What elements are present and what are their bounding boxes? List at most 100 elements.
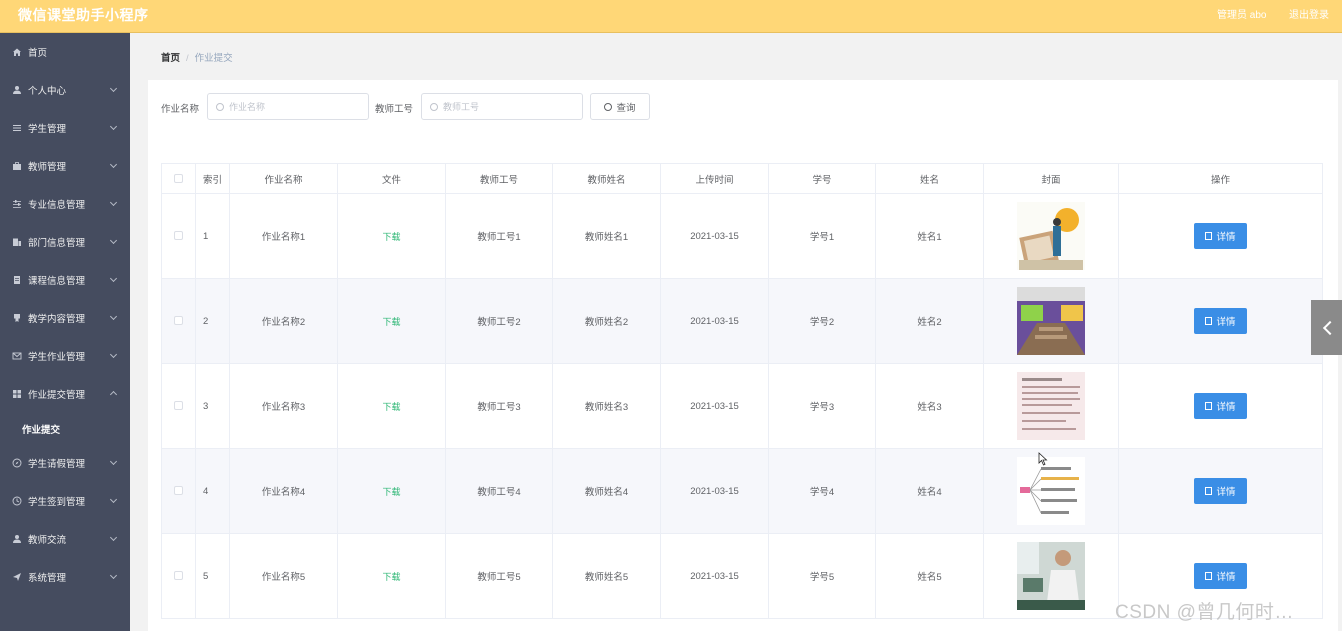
sidebar-item-homework[interactable]: 学生作业管理	[0, 337, 130, 375]
upload-time-cell: 2021-03-15	[660, 278, 769, 364]
action-cell: 详情	[1118, 193, 1323, 279]
sidebar-item-label: 作业提交管理	[28, 390, 86, 401]
document-icon	[1205, 487, 1213, 495]
chevron-down-icon	[109, 274, 118, 283]
teacher-no-cell: 教师工号4	[445, 448, 553, 534]
column-header: 文件	[337, 163, 446, 194]
sidebar-item-teaching-content[interactable]: 教学内容管理	[0, 299, 130, 337]
sidebar-item-majors[interactable]: 专业信息管理	[0, 185, 130, 223]
detail-button[interactable]: 详情	[1194, 393, 1247, 419]
sidebar-item-label: 学生作业管理	[28, 352, 86, 363]
building-icon	[11, 236, 23, 248]
teacher-no-label: 教师工号	[375, 104, 414, 115]
student-name-cell: 姓名2	[875, 278, 984, 364]
row-select-cell	[161, 363, 196, 449]
chevron-down-icon	[109, 312, 118, 321]
logout-link[interactable]: 退出登录	[1289, 6, 1329, 21]
chevron-down-icon	[109, 457, 118, 466]
cover-image	[1017, 542, 1085, 610]
homework-name-cell: 作业名称2	[229, 278, 338, 364]
watermark: CSDN @曾几何时…	[1115, 602, 1294, 623]
row-index: 2	[195, 278, 230, 364]
cover-image	[1017, 202, 1085, 270]
download-link[interactable]: 下载	[382, 402, 400, 412]
detail-button[interactable]: 详情	[1194, 223, 1247, 249]
chevron-down-icon	[109, 571, 118, 580]
sidebar-item-teachers[interactable]: 教师管理	[0, 147, 130, 185]
document-icon	[1205, 317, 1213, 325]
detail-button[interactable]: 详情	[1194, 563, 1247, 589]
action-cell: 详情	[1118, 363, 1323, 449]
document-icon	[1205, 232, 1213, 240]
row-index: 4	[195, 448, 230, 534]
cover-cell	[983, 448, 1119, 534]
sidebar-subitem-label: 作业提交	[22, 424, 61, 436]
query-button-label: 查询	[616, 102, 636, 114]
top-bar: 微信课堂助手小程序 管理员 abo 退出登录	[0, 0, 1342, 33]
sidebar-item-departments[interactable]: 部门信息管理	[0, 223, 130, 261]
row-select-cell	[161, 533, 196, 619]
teacher-no-cell: 教师工号5	[445, 533, 553, 619]
row-checkbox[interactable]	[174, 231, 183, 241]
column-header: 操作	[1118, 163, 1323, 194]
cover-cell	[983, 193, 1119, 279]
sidebar-item-courses[interactable]: 课程信息管理	[0, 261, 130, 299]
row-checkbox[interactable]	[174, 486, 183, 496]
file-cell: 下载	[337, 193, 446, 279]
sidebar-item-leave[interactable]: 学生请假管理	[0, 444, 130, 482]
sidebar-item-label: 教师交流	[28, 535, 67, 546]
row-checkbox[interactable]	[174, 401, 183, 411]
download-link[interactable]: 下载	[382, 317, 400, 327]
teacher-no-cell: 教师工号2	[445, 278, 553, 364]
sidebar-item-teacher-exchange[interactable]: 教师交流	[0, 520, 130, 558]
student-name-cell: 姓名3	[875, 363, 984, 449]
sidebar-item-profile[interactable]: 个人中心	[0, 71, 130, 109]
teacher-no-input[interactable]	[443, 101, 563, 112]
teacher-name-cell: 教师姓名1	[552, 193, 661, 279]
detail-button[interactable]: 详情	[1194, 308, 1247, 334]
download-link[interactable]: 下载	[382, 487, 400, 497]
search-icon	[604, 102, 613, 111]
table-row: 2 作业名称2 下载 教师工号2 教师姓名2 2021-03-15 学号2 姓名…	[161, 278, 1323, 364]
student-no-cell: 学号1	[768, 193, 876, 279]
mouse-cursor-icon	[1038, 452, 1048, 466]
sidebar-item-label: 系统管理	[28, 573, 67, 584]
sidebar-item-system[interactable]: 系统管理	[0, 558, 130, 596]
sidebar-item-signin[interactable]: 学生签到管理	[0, 482, 130, 520]
breadcrumb-home[interactable]: 首页	[161, 53, 180, 64]
collapse-side-tab[interactable]	[1311, 300, 1342, 355]
select-all-checkbox[interactable]	[174, 173, 183, 183]
homework-name-label: 作业名称	[161, 104, 200, 115]
detail-button[interactable]: 详情	[1194, 478, 1247, 504]
row-select-cell	[161, 278, 196, 364]
sidebar-item-students[interactable]: 学生管理	[0, 109, 130, 147]
cover-image	[1017, 287, 1085, 355]
action-cell: 详情	[1118, 448, 1323, 534]
search-icon	[430, 102, 438, 111]
teacher-no-cell: 教师工号3	[445, 363, 553, 449]
column-header: 上传时间	[660, 163, 769, 194]
sidebar-item-submission[interactable]: 作业提交管理	[0, 375, 130, 413]
download-link[interactable]: 下载	[382, 232, 400, 242]
sidebar-item-home[interactable]: 首页	[0, 33, 130, 71]
row-index: 3	[195, 363, 230, 449]
download-link[interactable]: 下载	[382, 572, 400, 582]
homework-name-input[interactable]	[229, 101, 349, 112]
sidebar-item-label: 首页	[28, 48, 48, 59]
mail-icon	[11, 350, 23, 362]
sidebar-item-label: 学生管理	[28, 124, 67, 135]
document-icon	[11, 274, 23, 286]
chevron-down-icon	[109, 122, 118, 131]
sidebar: 首页 个人中心 学生管理 教师管理 专业信息管理 部门信息管理 课程信息管理 教…	[0, 33, 130, 631]
chevron-down-icon	[109, 84, 118, 93]
sidebar-subitem-submission[interactable]: 作业提交	[0, 413, 130, 444]
row-select-cell	[161, 448, 196, 534]
table-row: 4 作业名称4 下载 教师工号4 教师姓名4 2021-03-15 学号4 姓名…	[161, 448, 1323, 534]
row-checkbox[interactable]	[174, 571, 183, 581]
detail-button-label: 详情	[1216, 402, 1236, 413]
query-button[interactable]: 查询	[590, 93, 650, 120]
submission-table: 索引 作业名称 文件 教师工号 教师姓名 上传时间 学号 姓名 封面 操作 1 …	[161, 163, 1323, 619]
sidebar-item-label: 个人中心	[28, 86, 67, 97]
row-checkbox[interactable]	[174, 316, 183, 326]
student-no-cell: 学号5	[768, 533, 876, 619]
